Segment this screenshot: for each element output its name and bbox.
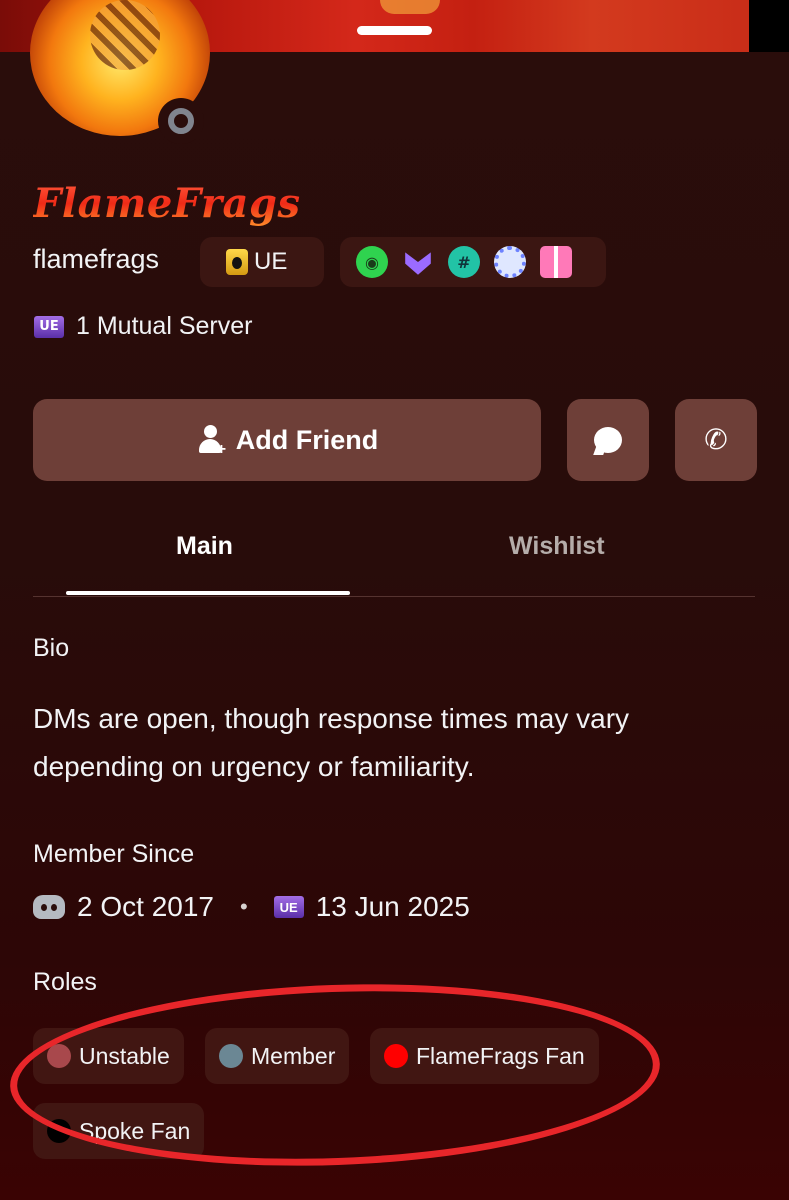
role-name: Spoke Fan [79, 1117, 191, 1144]
server-icon: UE [34, 315, 64, 338]
nitro-icon[interactable]: ◉ [356, 246, 388, 278]
username: flamefrags [33, 244, 160, 274]
offline-status-icon [168, 108, 194, 134]
gift-icon[interactable] [540, 246, 572, 278]
separator: • [239, 894, 248, 919]
role-pill[interactable]: Spoke Fan [33, 1103, 205, 1159]
active-tab-indicator [66, 591, 350, 595]
call-button[interactable]: ✆ [675, 399, 757, 481]
server-tag-label: UE [254, 248, 288, 275]
server-tag[interactable]: UE [200, 237, 324, 287]
tab-wishlist[interactable]: Wishlist [509, 532, 605, 561]
profile-tabs: Main Wishlist [33, 520, 755, 597]
role-pill[interactable]: Unstable [33, 1028, 184, 1084]
role-name: Member [251, 1042, 336, 1069]
role-pill[interactable]: FlameFrags Fan [370, 1028, 599, 1084]
member-since-heading: Member Since [33, 840, 195, 868]
roles-heading: Roles [33, 968, 97, 996]
add-friend-icon: + [196, 425, 226, 458]
mutual-servers[interactable]: UE 1 Mutual Server [34, 312, 252, 341]
mutual-servers-label: 1 Mutual Server [76, 312, 253, 340]
discord-member-date: 2 Oct 2017 [77, 891, 214, 922]
role-pill[interactable]: Member [205, 1028, 350, 1084]
quest-icon[interactable] [494, 246, 526, 278]
server-tag-icon [226, 249, 248, 275]
server-member-date: 13 Jun 2025 [315, 891, 470, 922]
banner-highlight [380, 0, 440, 14]
chat-bubble-icon [594, 427, 622, 453]
role-name: Unstable [79, 1042, 170, 1069]
bio-text: DMs are open, though response times may … [33, 703, 630, 782]
member-since-row: 2 Oct 2017 • UE 13 Jun 2025 [33, 891, 470, 923]
drag-handle[interactable] [357, 26, 432, 35]
phone-icon: ✆ [704, 424, 728, 455]
role-name: FlameFrags Fan [416, 1042, 585, 1069]
display-name: FlameFrags [33, 180, 301, 227]
role-color-dot [384, 1044, 408, 1068]
bio-heading: Bio [33, 634, 70, 662]
boost-icon[interactable] [405, 252, 431, 275]
role-color-dot [219, 1044, 243, 1068]
hash-icon[interactable]: # [448, 246, 480, 278]
role-color-dot [47, 1119, 71, 1143]
tab-main[interactable]: Main [176, 532, 233, 561]
discord-icon [33, 895, 65, 919]
add-friend-button[interactable]: + Add Friend [33, 399, 541, 481]
add-friend-label: Add Friend [235, 424, 379, 455]
badge-list: ◉ # [340, 237, 606, 287]
message-button[interactable] [567, 399, 649, 481]
server-icon: UE [273, 896, 304, 918]
role-color-dot [47, 1044, 71, 1068]
avatar-art [90, 0, 160, 70]
status-indicator [158, 98, 204, 144]
